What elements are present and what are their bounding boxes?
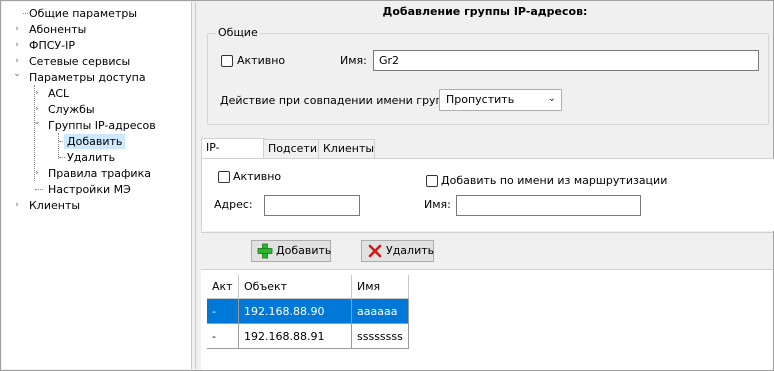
x-icon — [368, 244, 382, 258]
plus-icon — [257, 243, 273, 259]
table-row[interactable]: - 192.168.88.91 ssssssss — [207, 323, 409, 349]
address-table[interactable]: Акт Объект Имя - 192.168.88.90 aaaaaa - … — [207, 275, 409, 349]
tree-item-label: Удалить — [67, 151, 116, 164]
chevron-right-icon[interactable]: › — [12, 198, 22, 213]
tree-item-label: Настройки МЭ — [48, 183, 131, 196]
tree-item-general[interactable]: Общие параметры — [2, 6, 191, 21]
content-pane: Добавление группы IP-адресов: Общие Акти… — [197, 2, 774, 370]
active-label: Активно — [237, 54, 286, 67]
tree-item-delete[interactable]: Удалить — [2, 150, 191, 165]
ip-name-label: Имя: — [424, 198, 451, 211]
chevron-right-icon[interactable]: › — [32, 166, 42, 181]
action-label: Действие при совпадении имени группы: — [220, 94, 463, 107]
tab-ip-addresses[interactable]: IP-адреса — [201, 138, 265, 172]
general-group-caption: Общие — [216, 26, 260, 39]
ip-name-input[interactable] — [456, 195, 641, 216]
tree-item-firewall-settings[interactable]: Настройки МЭ — [2, 182, 191, 197]
add-button-label: Добавить — [276, 244, 332, 257]
ip-addresses-page: Активно Добавить по имени из маршрутизац… — [201, 158, 774, 231]
cell-object: 192.168.88.91 — [238, 323, 352, 349]
column-header-active[interactable]: Акт — [207, 275, 239, 299]
tree-expander[interactable] — [12, 6, 22, 21]
chevron-right-icon[interactable]: › — [12, 22, 22, 37]
tab-subnets[interactable]: Подсети — [263, 139, 320, 158]
tree-item-label: ACL — [48, 87, 70, 100]
tree-item-acl[interactable]: › ACL — [2, 86, 191, 101]
delete-button[interactable]: Удалить — [361, 240, 434, 262]
table-row[interactable]: - 192.168.88.90 aaaaaa — [207, 298, 409, 324]
tree-item-label: Абоненты — [29, 23, 87, 36]
app-window: Общие параметры › Абоненты › ФПСУ-IP › С… — [0, 0, 774, 371]
table-header-row: Акт Объект Имя — [207, 275, 409, 299]
delete-button-label: Удалить — [386, 244, 435, 257]
tree-item-label: Сетевые сервисы — [29, 55, 131, 68]
tree-item-label: Добавить — [64, 134, 126, 149]
button-bar: Добавить Удалить — [201, 232, 773, 269]
tree-item-label: ФПСУ-IP — [29, 39, 75, 52]
navigation-tree[interactable]: Общие параметры › Абоненты › ФПСУ-IP › С… — [2, 2, 192, 369]
tree-item-label: Параметры доступа — [29, 71, 146, 84]
add-button[interactable]: Добавить — [251, 240, 331, 262]
active-checkbox[interactable] — [221, 55, 233, 67]
chevron-down-icon[interactable]: ⌄ — [32, 115, 42, 130]
pane-splitter[interactable] — [192, 2, 196, 369]
route-name-label: Добавить по имени из маршрутизации — [441, 174, 668, 187]
group-name-input[interactable]: Gr2 — [373, 50, 759, 71]
address-grid-area: Акт Объект Имя - 192.168.88.90 aaaaaa - … — [201, 269, 773, 370]
tree-item-label: Клиенты — [29, 199, 81, 212]
tree-item-label: Группы IP-адресов — [48, 119, 156, 132]
tree-item-traffic-rules[interactable]: › Правила трафика — [2, 166, 191, 181]
address-input[interactable] — [264, 195, 360, 216]
tree-item-services[interactable]: › Службы — [2, 102, 191, 117]
route-name-checkbox[interactable] — [426, 175, 438, 187]
chevron-down-icon[interactable]: ⌄ — [12, 67, 22, 82]
cell-active: - — [207, 298, 239, 324]
tree-item-subscribers[interactable]: › Абоненты — [2, 22, 191, 37]
tree-item-ip-groups[interactable]: ⌄ Группы IP-адресов — [2, 115, 191, 133]
column-header-object[interactable]: Объект — [238, 275, 352, 299]
cell-name: ssssssss — [351, 323, 409, 349]
cell-object: 192.168.88.90 — [238, 298, 352, 324]
general-group — [207, 33, 769, 125]
ip-active-checkbox[interactable] — [218, 171, 230, 183]
action-select[interactable]: Пропустить ⌄ — [439, 89, 562, 111]
cell-name: aaaaaa — [351, 298, 409, 324]
tree-item-fpsu-ip[interactable]: › ФПСУ-IP — [2, 38, 191, 53]
name-label: Имя: — [340, 54, 367, 67]
cell-active: - — [207, 323, 239, 349]
tree-item-label: Службы — [48, 103, 95, 116]
ip-active-label: Активно — [233, 170, 282, 183]
tree-item-clients[interactable]: › Клиенты — [2, 198, 191, 213]
tree-item-label: Общие параметры — [29, 7, 138, 20]
tree-item-add[interactable]: Добавить — [2, 134, 191, 149]
column-header-name[interactable]: Имя — [351, 275, 409, 299]
tree-item-label: Правила трафика — [48, 167, 151, 180]
address-label: Адрес: — [214, 198, 253, 211]
chevron-down-icon: ⌄ — [547, 93, 556, 104]
chevron-right-icon[interactable]: › — [32, 86, 42, 101]
tree-item-network-services[interactable]: › Сетевые сервисы — [2, 54, 191, 69]
tab-clients[interactable]: Клиенты — [318, 139, 375, 158]
page-title: Добавление группы IP-адресов: — [382, 5, 588, 18]
chevron-right-icon[interactable]: › — [12, 38, 22, 53]
tree-item-access-params[interactable]: ⌄ Параметры доступа — [2, 67, 191, 85]
action-select-value: Пропустить — [446, 93, 515, 106]
